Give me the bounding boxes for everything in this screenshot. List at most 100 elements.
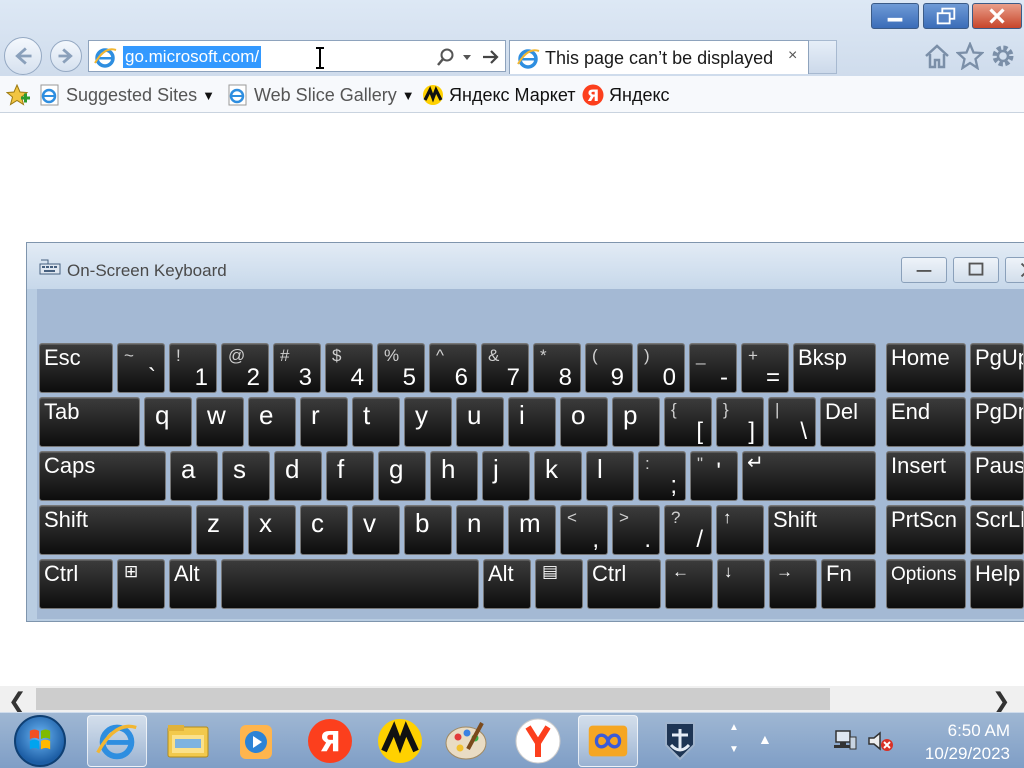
show-hidden-icons-icon[interactable]: ▲ bbox=[758, 731, 772, 747]
key-del[interactable]: Del bbox=[820, 397, 876, 447]
key-q[interactable]: q bbox=[144, 397, 192, 447]
key-backtick[interactable]: ~ ` bbox=[117, 343, 165, 393]
help-button[interactable]: Help bbox=[970, 559, 1024, 609]
key-arrow-down[interactable]: ↓ bbox=[717, 559, 765, 609]
key-h[interactable]: h bbox=[430, 451, 478, 501]
key-m[interactable]: m bbox=[508, 505, 556, 555]
key-3[interactable]: #3 bbox=[273, 343, 321, 393]
horizontal-scrollbar[interactable]: ❮ ❯ bbox=[0, 686, 1024, 714]
key-arrow-right[interactable]: → bbox=[769, 559, 817, 609]
key-b[interactable]: b bbox=[404, 505, 452, 555]
taskbar-scroll-arrows[interactable]: ▲ ▼ bbox=[722, 717, 746, 765]
key-j[interactable]: j bbox=[482, 451, 530, 501]
key-fn[interactable]: Fn bbox=[821, 559, 876, 609]
osk-maximize-button[interactable] bbox=[953, 257, 999, 283]
key-e[interactable]: e bbox=[248, 397, 296, 447]
home-icon[interactable] bbox=[923, 42, 951, 70]
key-esc[interactable]: Esc bbox=[39, 343, 113, 393]
key-close-bracket[interactable]: }] bbox=[716, 397, 764, 447]
osk-titlebar[interactable]: On-Screen Keyboard bbox=[27, 243, 1024, 289]
key-ctrl-left[interactable]: Ctrl bbox=[39, 559, 113, 609]
restore-button[interactable] bbox=[923, 3, 969, 29]
key-5[interactable]: % 5 bbox=[377, 343, 425, 393]
taskbar-warships[interactable] bbox=[650, 715, 710, 767]
taskbar-ie[interactable] bbox=[87, 715, 147, 767]
forward-button[interactable] bbox=[50, 40, 82, 72]
key-alt-left[interactable]: Alt bbox=[169, 559, 217, 609]
key-slash[interactable]: ? / bbox=[664, 505, 712, 555]
key-l[interactable]: l bbox=[586, 451, 634, 501]
key-caps[interactable]: Caps bbox=[39, 451, 166, 501]
key-windows[interactable]: ⊞ bbox=[117, 559, 165, 609]
key-equals[interactable]: + = bbox=[741, 343, 789, 393]
clock-time[interactable]: 6:50 AM bbox=[906, 721, 1010, 741]
key-w[interactable]: w bbox=[196, 397, 244, 447]
key-4[interactable]: $4 bbox=[325, 343, 373, 393]
key-v[interactable]: v bbox=[352, 505, 400, 555]
minimize-button[interactable] bbox=[871, 3, 919, 29]
chevron-down-icon[interactable] bbox=[461, 47, 473, 67]
search-icon[interactable] bbox=[435, 47, 457, 67]
key-t[interactable]: t bbox=[352, 397, 400, 447]
key-p[interactable]: p bbox=[612, 397, 660, 447]
key-9[interactable]: (9 bbox=[585, 343, 633, 393]
taskbar-yandex-market[interactable] bbox=[370, 715, 430, 767]
key-pause[interactable]: Pause bbox=[970, 451, 1024, 501]
fav-yandex[interactable]: Я Яндекс bbox=[581, 83, 670, 107]
key-backspace[interactable]: Bksp bbox=[793, 343, 876, 393]
favorites-star-icon[interactable] bbox=[956, 42, 984, 70]
key-g[interactable]: g bbox=[378, 451, 426, 501]
key-i[interactable]: i bbox=[508, 397, 556, 447]
tab-close-button[interactable]: × bbox=[788, 47, 797, 65]
key-semicolon[interactable]: :; bbox=[638, 451, 686, 501]
key-menu[interactable]: ▤ bbox=[535, 559, 583, 609]
key-scrlk[interactable]: ScrLk bbox=[970, 505, 1024, 555]
key-o[interactable]: o bbox=[560, 397, 608, 447]
key-arrow-up[interactable]: ↑ bbox=[716, 505, 764, 555]
gear-icon[interactable] bbox=[989, 42, 1017, 70]
chevron-down-icon[interactable]: ▼ bbox=[402, 88, 415, 103]
start-button[interactable] bbox=[14, 715, 66, 767]
key-minus[interactable]: _ - bbox=[689, 343, 737, 393]
key-n[interactable]: n bbox=[456, 505, 504, 555]
key-z[interactable]: z bbox=[196, 505, 244, 555]
key-k[interactable]: k bbox=[534, 451, 582, 501]
key-prtscn[interactable]: PrtScn bbox=[886, 505, 966, 555]
key-arrow-left[interactable]: ← bbox=[665, 559, 713, 609]
new-tab-button[interactable] bbox=[809, 40, 837, 74]
add-to-favorites-button[interactable] bbox=[6, 83, 34, 107]
key-tab[interactable]: Tab bbox=[39, 397, 140, 447]
key-open-bracket[interactable]: {[ bbox=[664, 397, 712, 447]
key-f[interactable]: f bbox=[326, 451, 374, 501]
key-s[interactable]: s bbox=[222, 451, 270, 501]
close-button[interactable] bbox=[972, 3, 1022, 29]
key-1[interactable]: ! 1 bbox=[169, 343, 217, 393]
taskbar-yandex-browser[interactable] bbox=[508, 715, 568, 767]
taskbar-paint[interactable] bbox=[438, 715, 498, 767]
key-ctrl-right[interactable]: Ctrl bbox=[587, 559, 661, 609]
scroll-right-arrow-icon[interactable]: ❯ bbox=[992, 688, 1010, 714]
key-a[interactable]: a bbox=[170, 451, 218, 501]
fav-web-slice-gallery[interactable]: Web Slice Gallery ▼ bbox=[226, 83, 415, 107]
taskbar-explorer[interactable] bbox=[158, 715, 218, 767]
taskbar-app-infinity[interactable] bbox=[578, 715, 638, 767]
scroll-left-arrow-icon[interactable]: ❮ bbox=[8, 688, 26, 714]
key-y[interactable]: y bbox=[404, 397, 452, 447]
key-shift-right[interactable]: Shift bbox=[768, 505, 876, 555]
clock-date[interactable]: 10/29/2023 bbox=[906, 744, 1010, 764]
go-arrow-icon[interactable] bbox=[481, 47, 501, 67]
key-r[interactable]: r bbox=[300, 397, 348, 447]
key-enter[interactable]: ↵ bbox=[742, 451, 876, 501]
key-2[interactable]: @2 bbox=[221, 343, 269, 393]
taskbar-yandex[interactable]: Я bbox=[300, 715, 360, 767]
key-x[interactable]: x bbox=[248, 505, 296, 555]
key-end[interactable]: End bbox=[886, 397, 966, 447]
key-c[interactable]: c bbox=[300, 505, 348, 555]
key-u[interactable]: u bbox=[456, 397, 504, 447]
key-insert[interactable]: Insert bbox=[886, 451, 966, 501]
taskbar-media-player[interactable] bbox=[226, 715, 286, 767]
address-input[interactable]: go.microsoft.com/ bbox=[123, 46, 262, 68]
fav-yandex-market[interactable]: Яндекс Маркет bbox=[421, 83, 575, 107]
key-d[interactable]: d bbox=[274, 451, 322, 501]
scroll-thumb[interactable] bbox=[36, 688, 830, 710]
